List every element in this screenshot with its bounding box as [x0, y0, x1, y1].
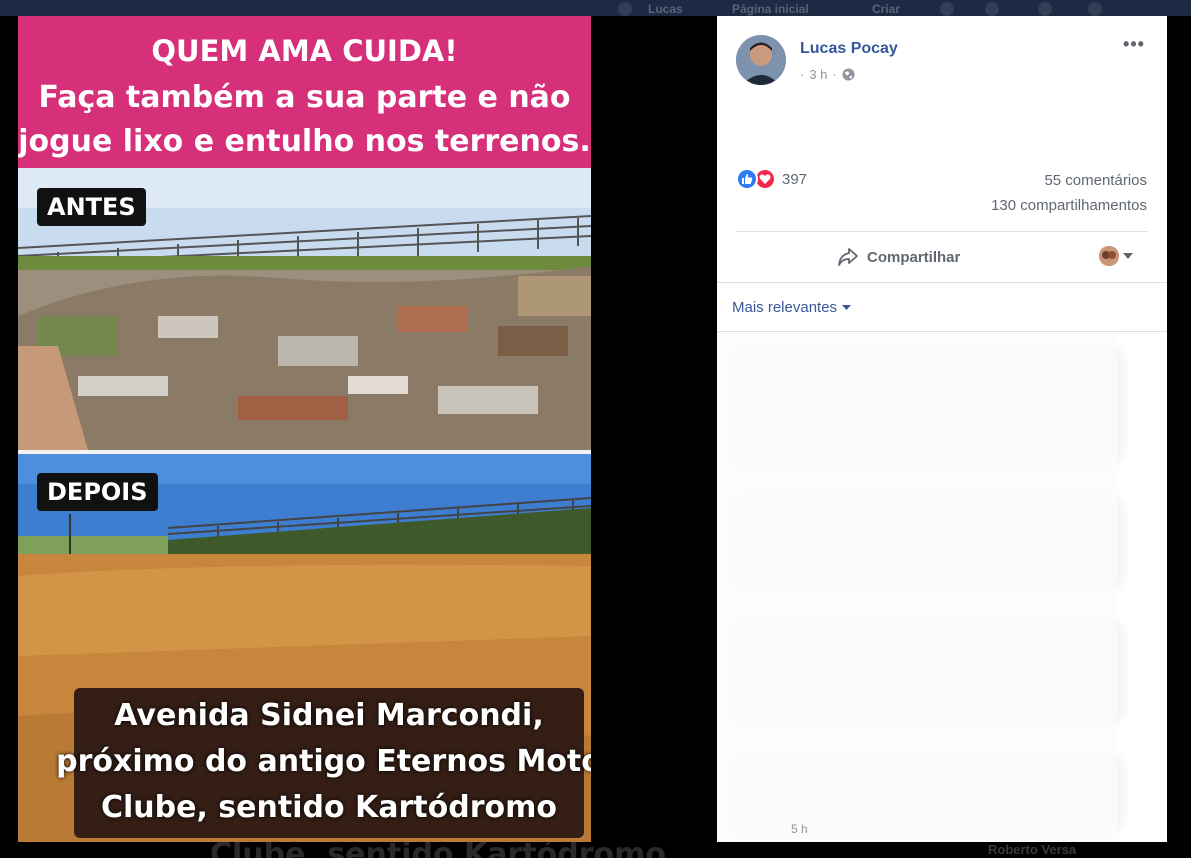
globe-icon[interactable] — [842, 68, 855, 81]
background-page-strip: Clube, sentido Kartódromo Roberto Versa — [0, 842, 1191, 858]
divider — [717, 282, 1167, 283]
profile-avatar-icon[interactable] — [618, 2, 632, 16]
comment-time: 5 h — [791, 822, 808, 836]
comments-sort-dropdown[interactable]: Mais relevantes — [732, 299, 852, 316]
post-meta: · 3 h · — [800, 67, 855, 82]
background-caption: Clube, sentido Kartódromo — [210, 842, 666, 858]
banner-line-2: Faça também a sua parte e não — [38, 80, 571, 115]
author-name[interactable]: Lucas Pocay — [800, 40, 898, 58]
share-button[interactable]: Compartilhar — [837, 244, 960, 270]
post-photo[interactable]: QUEM AMA CUIDA! Faça também a sua parte … — [18, 16, 591, 842]
author-avatar-image — [736, 35, 786, 85]
meta-separator: · — [832, 67, 837, 82]
notifications-icon[interactable] — [1038, 2, 1052, 16]
redaction-overlay — [717, 332, 1117, 846]
friends-icon[interactable] — [940, 2, 954, 16]
chevron-down-icon — [1123, 253, 1133, 259]
reactions-summary[interactable]: 397 — [736, 168, 807, 190]
reactions-count: 397 — [782, 170, 808, 188]
caption-line-2: próximo do antigo Eternos Moto — [56, 744, 591, 779]
photo-banner: QUEM AMA CUIDA! Faça também a sua parte … — [18, 16, 591, 168]
nav-link-create[interactable]: Criar — [872, 2, 900, 16]
nav-link-profile[interactable]: Lucas — [648, 2, 683, 16]
banner-line-3: jogue lixo e entulho nos terrenos. — [18, 124, 591, 159]
before-tag: ANTES — [37, 188, 146, 226]
messenger-icon[interactable] — [985, 2, 999, 16]
photo-caption: Avenida Sidnei Marcondi, próximo do anti… — [56, 688, 591, 838]
sort-label: Mais relevantes — [732, 299, 838, 316]
banner-line-1: QUEM AMA CUIDA! — [151, 34, 458, 68]
facebook-top-bar: Lucas Página inicial Criar — [0, 0, 1191, 16]
background-commenter-name: Roberto Versa — [988, 842, 1077, 857]
divider — [736, 231, 1147, 232]
post-time[interactable]: 3 h — [809, 67, 827, 82]
caption-line-1: Avenida Sidnei Marcondi, — [114, 698, 544, 733]
more-options-button[interactable]: ••• — [1122, 35, 1146, 56]
caption-line-3: Clube, sentido Kartódromo — [100, 790, 558, 825]
comments-list-redacted — [717, 332, 1167, 846]
nav-link-home[interactable]: Página inicial — [732, 2, 809, 16]
comments-count-link[interactable]: 55 comentários — [1044, 172, 1147, 189]
help-icon[interactable] — [1088, 2, 1102, 16]
audience-selector[interactable] — [1099, 246, 1133, 266]
chevron-down-icon — [842, 305, 852, 310]
meta-separator: · — [800, 67, 805, 82]
like-reaction-icon — [736, 168, 758, 190]
share-button-label: Compartilhar — [867, 248, 961, 266]
audience-avatar — [1099, 246, 1119, 266]
shares-count-link[interactable]: 130 compartilhamentos — [991, 197, 1147, 214]
after-tag: DEPOIS — [37, 473, 158, 511]
post-side-panel: Lucas Pocay · 3 h · ••• 397 55 comentári… — [717, 16, 1167, 846]
share-arrow-icon — [838, 248, 858, 266]
author-avatar[interactable] — [736, 35, 786, 85]
